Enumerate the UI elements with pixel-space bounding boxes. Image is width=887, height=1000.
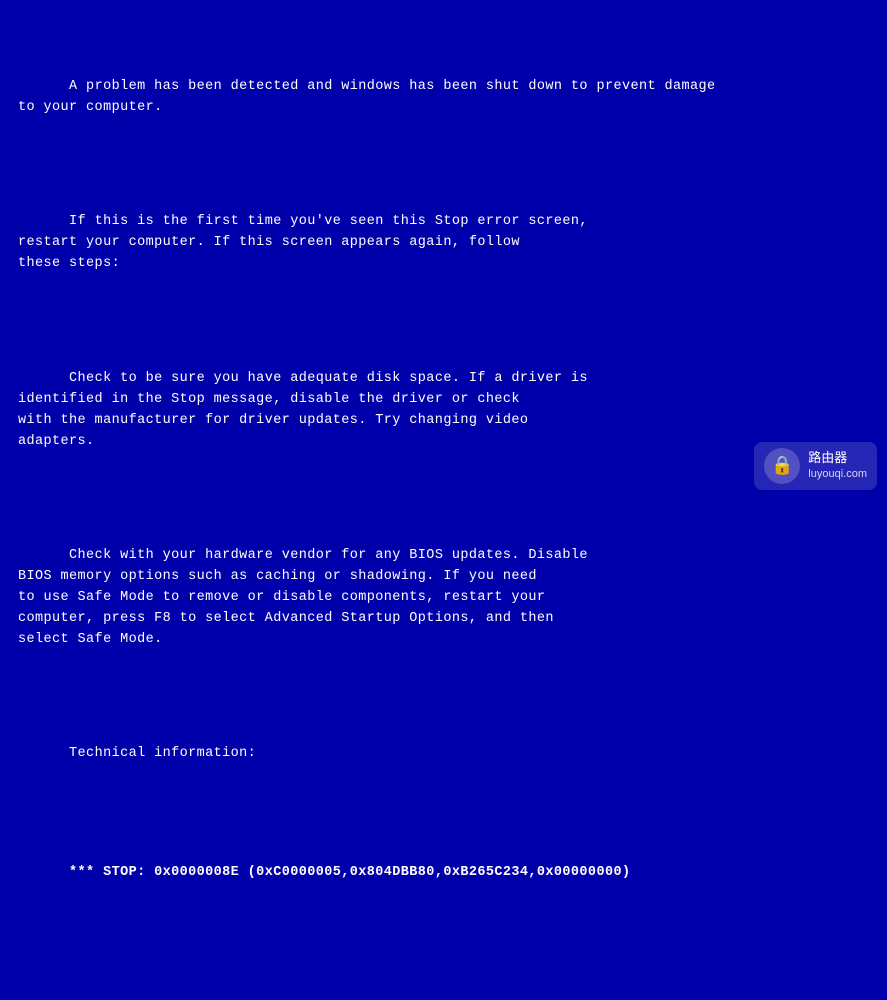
lock-icon: 🔒 — [771, 455, 793, 477]
paragraph-3: Check to be sure you have adequate disk … — [18, 348, 869, 474]
paragraph-4: Check with your hardware vendor for any … — [18, 525, 869, 671]
watermark-site: luyouqi.com — [808, 467, 867, 481]
watermark-label: 路由器 — [808, 450, 867, 467]
technical-info-label: Technical information: — [69, 746, 256, 761]
watermark-text: 路由器 luyouqi.com — [808, 450, 867, 481]
paragraph-1: A problem has been detected and windows … — [18, 56, 869, 140]
para1-text: A problem has been detected and windows … — [18, 79, 716, 115]
para3-text: Check to be sure you have adequate disk … — [18, 371, 588, 449]
stop-code: *** STOP: 0x0000008E (0xC0000005,0x804DB… — [69, 865, 630, 880]
bsod-screen: A problem has been detected and windows … — [0, 0, 887, 500]
watermark: 🔒 路由器 luyouqi.com — [754, 442, 877, 490]
paragraph-7 — [18, 957, 869, 1000]
bsod-content: A problem has been detected and windows … — [18, 14, 869, 1000]
paragraph-5: Technical information: — [18, 724, 869, 787]
stop-code-line: *** STOP: 0x0000008E (0xC0000005,0x804DB… — [18, 842, 869, 905]
paragraph-2: If this is the first time you've seen th… — [18, 191, 869, 296]
para4-text: Check with your hardware vendor for any … — [18, 548, 588, 647]
watermark-icon: 🔒 — [764, 448, 800, 484]
para2-text: If this is the first time you've seen th… — [18, 214, 588, 271]
